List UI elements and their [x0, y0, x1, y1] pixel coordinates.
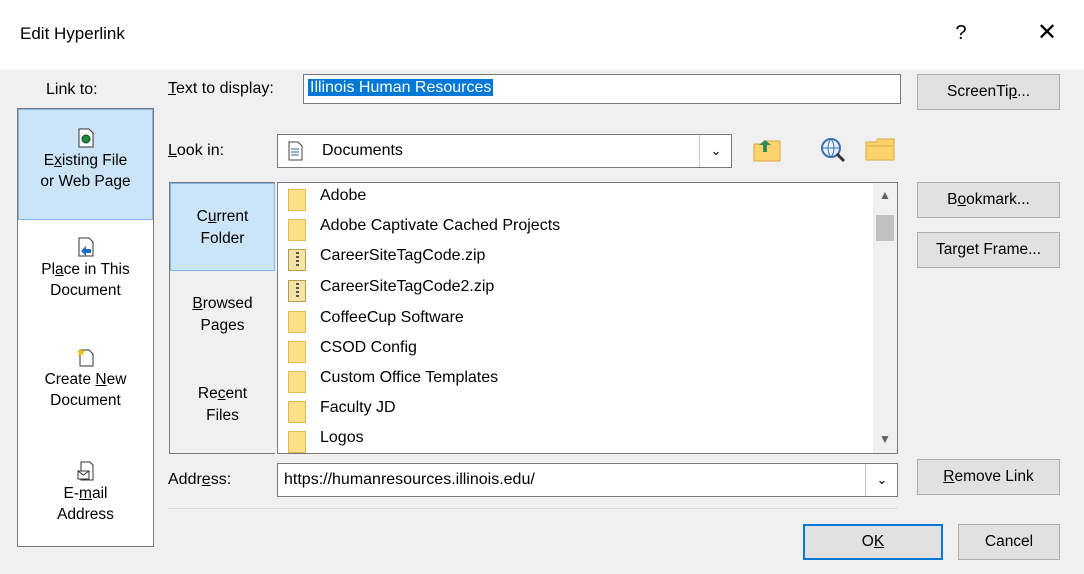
- target-frame-button[interactable]: Target Frame...: [917, 232, 1060, 268]
- link-to-create-new-document[interactable]: Create New Document: [18, 347, 153, 411]
- browse-web-icon[interactable]: [816, 134, 850, 164]
- list-item[interactable]: Adobe: [278, 183, 868, 213]
- zip-file-icon: [288, 249, 306, 271]
- file-name: CSOD Config: [320, 339, 417, 356]
- folder-icon: [288, 431, 306, 453]
- web-page-file-icon: [77, 128, 95, 148]
- close-button[interactable]: ✕: [1032, 18, 1062, 48]
- scroll-thumb[interactable]: [876, 215, 894, 241]
- file-list: Adobe Adobe Captivate Cached Projects Ca…: [277, 182, 898, 454]
- cancel-button[interactable]: Cancel: [958, 524, 1060, 560]
- list-item[interactable]: Custom Office Templates: [278, 365, 868, 395]
- list-item[interactable]: CSOD Config: [278, 335, 868, 365]
- folder-icon: [288, 189, 306, 211]
- link-to-place-label: Place in This Document: [41, 261, 130, 299]
- list-item[interactable]: Faculty JD: [278, 395, 868, 425]
- link-to-existing-file-label: Existing File or Web Page: [40, 152, 131, 190]
- folder-icon: [288, 341, 306, 363]
- recent-files-tab[interactable]: Recent Files: [170, 383, 275, 427]
- place-in-document-icon: [77, 237, 95, 257]
- text-to-display-label: Text to display:: [168, 80, 274, 97]
- file-name: CareerSiteTagCode2.zip: [320, 278, 495, 295]
- scroll-up-icon[interactable]: ▲: [873, 185, 897, 205]
- help-button[interactable]: ?: [948, 18, 974, 48]
- email-address-icon: [77, 461, 95, 481]
- link-to-panel: Existing File or Web Page Place in This Do…: [17, 108, 154, 547]
- file-name: CareerSiteTagCode.zip: [320, 247, 486, 264]
- edit-hyperlink-dialog: Edit Hyperlink ? ✕ Link to: Existing Fil…: [0, 0, 1084, 574]
- folder-icon: [288, 311, 306, 333]
- file-name: Adobe Captivate Cached Projects: [320, 217, 561, 234]
- look-in-label: Look in:: [168, 142, 225, 159]
- file-name: Logos: [320, 429, 364, 446]
- list-item[interactable]: CareerSiteTagCode.zip: [278, 243, 868, 273]
- link-to-place-in-document[interactable]: Place in This Document: [18, 237, 153, 301]
- file-list-scrollbar[interactable]: ▲ ▼: [873, 183, 897, 453]
- list-item[interactable]: CareerSiteTagCode2.zip: [278, 274, 868, 304]
- up-one-folder-icon[interactable]: [750, 134, 784, 164]
- ok-button[interactable]: OK: [803, 524, 943, 560]
- current-folder-tab[interactable]: Current Folder: [170, 183, 275, 271]
- list-item[interactable]: Adobe Captivate Cached Projects: [278, 213, 868, 243]
- browse-file-icon[interactable]: [862, 134, 898, 164]
- title-bar: [0, 0, 1084, 70]
- screentip-button[interactable]: ScreenTip...: [917, 74, 1060, 110]
- folder-icon: [288, 219, 306, 241]
- text-to-display-value: Illinois Human Resources: [308, 79, 494, 96]
- zip-file-icon: [288, 280, 306, 302]
- list-item[interactable]: Logos: [278, 425, 868, 453]
- remove-link-button[interactable]: Remove Link: [917, 459, 1060, 495]
- folder-icon: [288, 401, 306, 423]
- address-label: Address:: [168, 471, 232, 488]
- chevron-down-icon[interactable]: ⌄: [699, 135, 732, 167]
- link-to-label: Link to:: [46, 81, 98, 98]
- new-document-icon: [76, 347, 95, 367]
- link-to-create-label: Create New Document: [44, 371, 127, 409]
- folder-icon: [288, 371, 306, 393]
- divider: [168, 508, 898, 509]
- chevron-down-icon[interactable]: ⌄: [865, 464, 898, 496]
- address-input[interactable]: https://humanresources.illinois.edu/ ⌄: [277, 463, 898, 497]
- file-name: Custom Office Templates: [320, 369, 499, 386]
- list-item[interactable]: CoffeeCup Software: [278, 305, 868, 335]
- places-panel: Current Folder Browsed Pages Recent Files: [169, 182, 275, 454]
- link-to-email-address[interactable]: E-mail Address: [18, 461, 153, 525]
- look-in-dropdown[interactable]: Documents ⌄: [277, 134, 732, 168]
- file-name: CoffeeCup Software: [320, 309, 464, 326]
- documents-folder-icon: [288, 141, 304, 161]
- scroll-down-icon[interactable]: ▼: [873, 429, 897, 449]
- text-to-display-input[interactable]: Illinois Human Resources: [303, 74, 901, 104]
- file-name: Faculty JD: [320, 399, 396, 416]
- address-value: https://humanresources.illinois.edu/: [284, 471, 535, 488]
- browsed-pages-tab[interactable]: Browsed Pages: [170, 293, 275, 337]
- file-name: Adobe: [320, 187, 367, 204]
- link-to-existing-file[interactable]: Existing File or Web Page: [18, 109, 153, 220]
- bookmark-button[interactable]: Bookmark...: [917, 182, 1060, 218]
- look-in-value: Documents: [322, 142, 403, 159]
- dialog-title: Edit Hyperlink: [20, 24, 125, 43]
- link-to-email-label: E-mail Address: [57, 485, 114, 523]
